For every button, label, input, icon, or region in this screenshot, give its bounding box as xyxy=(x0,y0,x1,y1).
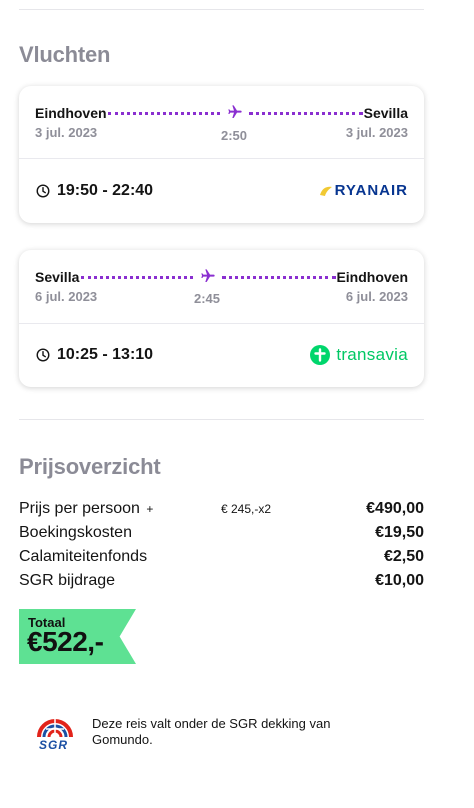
price-row-amount: €2,50 xyxy=(383,548,424,565)
clock-icon xyxy=(36,348,50,362)
return-route-line-right xyxy=(222,276,336,279)
return-duration: 2:45 xyxy=(194,291,221,306)
price-row-label: Calamiteitenfonds xyxy=(19,548,148,565)
clock-icon xyxy=(36,184,50,198)
section-divider xyxy=(19,419,424,420)
outbound-to-city: Sevilla xyxy=(363,105,408,121)
outbound-route-line-left xyxy=(108,112,220,115)
return-route-line-left xyxy=(81,276,193,279)
return-from-city: Sevilla xyxy=(35,269,80,285)
outbound-route-line-right xyxy=(249,112,363,115)
outbound-to-date: 3 jul. 2023 xyxy=(345,125,408,140)
price-row: Boekingskosten €19,50 xyxy=(19,524,424,548)
price-row-label: Prijs per persoon xyxy=(19,500,140,517)
plane-icon xyxy=(228,105,242,118)
sgr-logo: SGR xyxy=(34,713,76,753)
return-from-date: 6 jul. 2023 xyxy=(35,289,98,304)
outbound-time-row: 19:50 - 22:40 xyxy=(36,182,153,200)
total-amount: €522,- xyxy=(27,626,104,657)
price-row-label: Boekingskosten xyxy=(19,524,132,541)
price-row-amount: €10,00 xyxy=(375,572,424,589)
price-row-amount: €19,50 xyxy=(375,524,424,541)
outbound-from-city: Eindhoven xyxy=(35,105,107,121)
outbound-from-date: 3 jul. 2023 xyxy=(35,125,98,140)
price-row-plus: + xyxy=(146,502,154,516)
transavia-wordmark: transavia xyxy=(336,345,408,364)
return-times: 10:25 - 13:10 xyxy=(57,346,154,363)
outbound-duration: 2:50 xyxy=(221,128,248,143)
outbound-times: 19:50 - 22:40 xyxy=(57,182,154,199)
return-flight-card[interactable]: Sevilla Eindhoven 6 jul. 2023 2:45 6 jul… xyxy=(19,250,424,387)
card-separator xyxy=(19,158,424,159)
price-section-title: Prijsoverzicht xyxy=(19,454,161,479)
price-row: SGR bijdrage €10,00 xyxy=(19,572,424,596)
ryanair-logo: RYANAIR xyxy=(319,182,408,199)
price-row: Prijs per persoon + € 245,-x2 €490,00 xyxy=(19,500,424,524)
return-to-date: 6 jul. 2023 xyxy=(345,289,408,304)
plane-icon xyxy=(201,269,215,282)
price-row-sub: € 245,-x2 xyxy=(221,502,272,516)
price-row: Calamiteitenfonds €2,50 xyxy=(19,548,424,572)
card-separator xyxy=(19,323,424,324)
sgr-logo-text: SGR xyxy=(39,738,69,752)
ryanair-wordmark: RYANAIR xyxy=(334,182,408,199)
sgr-globe-icon xyxy=(37,719,73,738)
return-to-city: Eindhoven xyxy=(336,269,408,285)
return-time-row: 10:25 - 13:10 xyxy=(36,346,153,364)
price-row-label: SGR bijdrage xyxy=(19,572,116,589)
ryanair-harp-icon xyxy=(319,186,332,196)
transavia-logo: transavia xyxy=(310,345,408,365)
total-price-badge: Totaal €522,- xyxy=(19,609,136,664)
sgr-coverage-note: Deze reis valt onder de SGR dekking van … xyxy=(92,716,331,747)
flights-section-title: Vluchten xyxy=(19,42,111,67)
top-divider xyxy=(19,9,424,10)
transavia-badge-icon xyxy=(310,345,331,365)
outbound-flight-card[interactable]: Eindhoven Sevilla 3 jul. 2023 2:50 3 jul… xyxy=(19,86,424,223)
price-row-amount: €490,00 xyxy=(366,500,424,517)
